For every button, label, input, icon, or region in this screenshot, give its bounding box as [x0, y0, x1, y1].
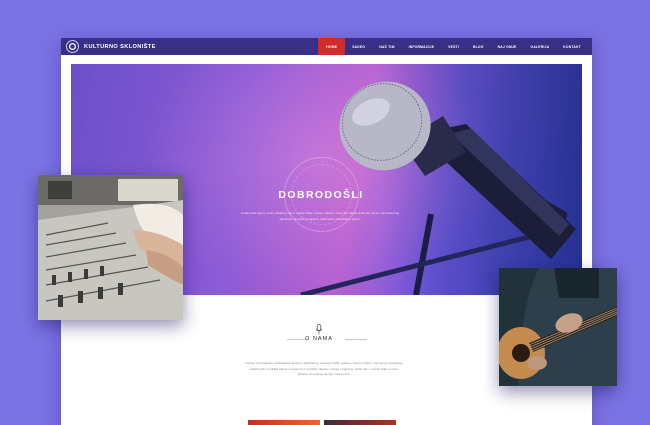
nav-item-vesti[interactable]: VESTI [441, 38, 466, 55]
nav-item-informacije[interactable]: INFORMACIJE [402, 38, 442, 55]
top-navigation-bar: KULTURNO SKLONIŠTE HOME SADEO NAŠ TIM IN… [61, 38, 592, 55]
nav-item-sadeo[interactable]: SADEO [345, 38, 372, 55]
brand-name: KULTURNO SKLONIŠTE [84, 43, 156, 50]
nav-item-kontakt[interactable]: KONTAKT [556, 38, 588, 55]
title-rule-right [345, 339, 367, 340]
logo[interactable]: KULTURNO SKLONIŠTE [66, 40, 156, 53]
mixing-console-photo [38, 175, 183, 320]
nav-item-nas-tim[interactable]: NAŠ TIM [372, 38, 401, 55]
nav-item-naj-omje[interactable]: NAJ OMJE [491, 38, 524, 55]
logo-icon [66, 40, 79, 53]
microphone-icon [315, 324, 323, 335]
nav-item-home[interactable]: HOME [318, 38, 346, 55]
gallery-thumb-2[interactable] [324, 420, 396, 425]
about-text: Centar za mladinsko stvaralaštvo kulturn… [245, 361, 403, 377]
hero-text: Kratki tekst koji se ovde prikazuje nije… [240, 211, 400, 221]
hero-title: DOBRODOŠLI [278, 189, 364, 201]
gallery-thumb-1[interactable] [248, 420, 320, 425]
guitar-player-photo [499, 268, 617, 386]
main-nav: HOME SADEO NAŠ TIM INFORMACIJE VESTI BLO… [318, 38, 588, 55]
nav-item-blog[interactable]: BLOG [466, 38, 491, 55]
nav-item-galerija[interactable]: GALERIJA [524, 38, 557, 55]
